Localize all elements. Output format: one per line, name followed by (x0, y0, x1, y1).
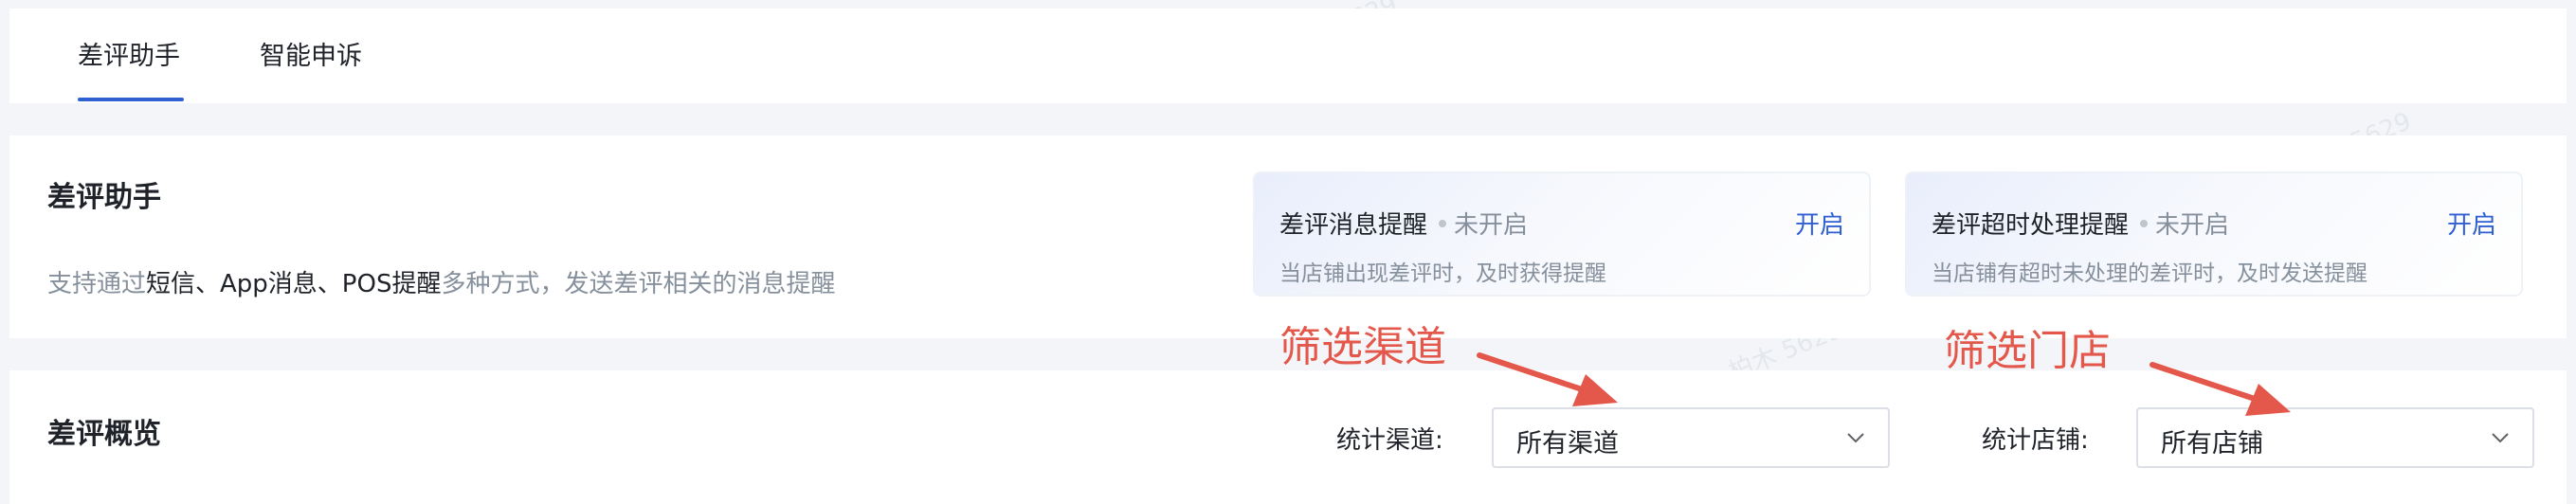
active-tab-indicator (78, 98, 184, 101)
channel-filter-label: 统计渠道: (1336, 426, 1443, 455)
card-title: 差评超时处理提醒 未开启 (1932, 206, 2229, 241)
store-filter-label: 统计店铺: (1982, 426, 2089, 455)
tab-bad-review-assistant[interactable]: 差评助手 (78, 35, 180, 72)
description-prefix: 支持通过 (47, 270, 147, 298)
section-title: 差评助手 (47, 181, 161, 214)
reminder-card-bad-review: 差评消息提醒 未开启 开启 当店铺出现差评时，及时获得提醒 (1253, 171, 1871, 297)
card-title-text: 差评消息提醒 (1279, 211, 1428, 240)
annotation-arrow-icon (2150, 362, 2291, 416)
overview-title: 差评概览 (47, 418, 161, 451)
card-description: 当店铺有超时未处理的差评时，及时发送提醒 (1932, 261, 2367, 286)
status-badge: 未开启 (2140, 211, 2229, 240)
chevron-down-icon (1847, 433, 1864, 443)
chevron-down-icon (2492, 433, 2509, 443)
enable-button[interactable]: 开启 (1795, 206, 1844, 241)
card-title-text: 差评超时处理提醒 (1932, 211, 2130, 240)
channel-select-value: 所有渠道 (1516, 429, 1619, 459)
annotation-filter-store: 筛选门店 (1944, 327, 2111, 375)
card-title: 差评消息提醒 未开启 (1279, 206, 1528, 241)
description-suffix: 多种方式，发送差评相关的消息提醒 (441, 270, 836, 298)
section-description: 支持通过短信、App消息、POS提醒多种方式，发送差评相关的消息提醒 (47, 264, 835, 299)
status-dot-icon (2140, 219, 2149, 227)
enable-button[interactable]: 开启 (2447, 206, 2496, 241)
channel-select[interactable]: 所有渠道 (1492, 407, 1890, 468)
annotation-arrow-icon (1477, 352, 1618, 406)
assistant-panel: 差评助手 支持通过短信、App消息、POS提醒多种方式，发送差评相关的消息提醒 … (9, 135, 2567, 338)
card-description: 当店铺出现差评时，及时获得提醒 (1279, 261, 1606, 286)
tab-bar: 差评助手 智能申诉 (9, 9, 2567, 103)
annotation-filter-channel: 筛选渠道 (1279, 323, 1446, 371)
reminder-card-timeout: 差评超时处理提醒 未开启 开启 当店铺有超时未处理的差评时，及时发送提醒 (1905, 171, 2523, 297)
status-text: 未开启 (1454, 211, 1529, 240)
status-badge: 未开启 (1439, 211, 1528, 240)
status-dot-icon (1439, 219, 1447, 227)
tab-smart-appeal[interactable]: 智能申诉 (260, 35, 362, 72)
store-select-value: 所有店铺 (2161, 429, 2263, 459)
description-channels: 短信、App消息、POS提醒 (146, 270, 442, 298)
status-text: 未开启 (2155, 211, 2230, 240)
